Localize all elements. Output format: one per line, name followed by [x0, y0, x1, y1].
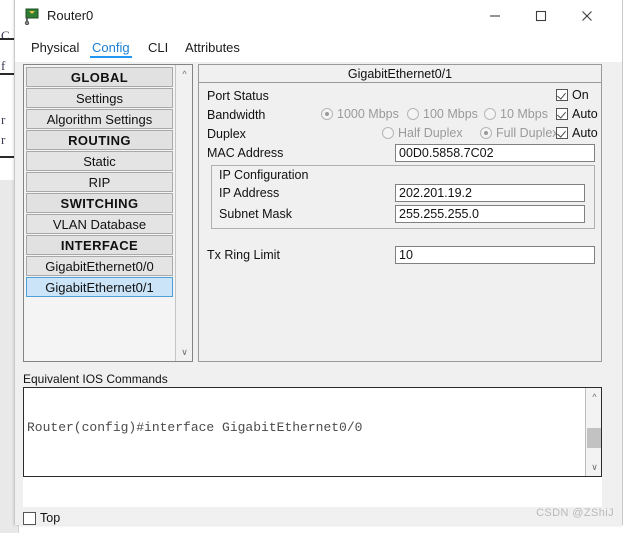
- tab-attributes[interactable]: Attributes: [183, 32, 242, 62]
- close-button[interactable]: [564, 0, 610, 31]
- sidebar-item-vlan-database[interactable]: VLAN Database: [26, 214, 173, 234]
- tab-config[interactable]: Config: [90, 32, 132, 62]
- chevron-down-icon[interactable]: ∨: [586, 459, 601, 476]
- background-char: r: [1, 112, 6, 127]
- label-port-status: Port Status: [207, 89, 269, 103]
- top-checkbox-label: Top: [40, 511, 61, 525]
- sidebar-header-interface: INTERFACE: [26, 235, 173, 255]
- config-navigation-list: GLOBAL Settings Algorithm Settings ROUTI…: [24, 65, 175, 361]
- client-area: GLOBAL Settings Algorithm Settings ROUTI…: [15, 62, 622, 525]
- sidebar-header-global: GLOBAL: [26, 67, 173, 87]
- ios-commands-label: Equivalent IOS Commands: [23, 372, 168, 386]
- ios-commands-text: Router(config)#interface GigabitEthernet…: [27, 388, 572, 476]
- bandwidth-radio-label: 1000 Mbps: [337, 107, 399, 121]
- tab-physical[interactable]: Physical: [29, 32, 81, 62]
- background-char: C: [1, 28, 10, 43]
- checkbox-box: [556, 108, 568, 120]
- label-subnet-mask: Subnet Mask: [219, 207, 292, 221]
- config-navigation-tree: GLOBAL Settings Algorithm Settings ROUTI…: [23, 64, 193, 362]
- duplex-radio-full[interactable]: Full Duplex: [480, 126, 559, 140]
- top-checkbox[interactable]: Top: [23, 511, 60, 525]
- scrollbar-thumb[interactable]: [587, 428, 601, 448]
- chevron-up-icon[interactable]: ^: [176, 65, 193, 82]
- label-mac-address: MAC Address: [207, 146, 284, 160]
- checkbox-box: [556, 89, 568, 101]
- chevron-down-icon[interactable]: ∨: [176, 344, 193, 361]
- interface-config-panel: GigabitEthernet0/1 Port Status On Bandwi…: [198, 64, 602, 362]
- window-titlebar[interactable]: Router0: [15, 0, 622, 32]
- checkbox-box: [23, 511, 36, 525]
- router-flag-icon: [24, 7, 42, 26]
- checkbox-box: [556, 127, 568, 139]
- duplex-radio-half[interactable]: Half Duplex: [382, 126, 463, 140]
- label-duplex: Duplex: [207, 127, 246, 141]
- duplex-radio-label: Half Duplex: [398, 126, 463, 140]
- mac-address-input[interactable]: 00D0.5858.7C02: [395, 144, 595, 162]
- duplex-radio-label: Full Duplex: [496, 126, 559, 140]
- radio-dot: [382, 127, 394, 139]
- background-char: r: [1, 132, 6, 147]
- duplex-auto-checkbox[interactable]: Auto: [556, 126, 598, 140]
- tab-strip: Physical Config CLI Attributes: [15, 32, 622, 62]
- sidebar-item-static[interactable]: Static: [26, 151, 173, 171]
- bandwidth-auto-checkbox[interactable]: Auto: [556, 107, 598, 121]
- bandwidth-radio-label: 10 Mbps: [500, 107, 548, 121]
- duplex-auto-label: Auto: [572, 126, 598, 140]
- radio-dot: [321, 108, 333, 120]
- watermark: CSDN @ZShiJ: [536, 507, 614, 519]
- radio-dot: [407, 108, 419, 120]
- bandwidth-auto-label: Auto: [572, 107, 598, 121]
- router-config-window: Router0 Physical Config CLI Attributes G…: [14, 0, 623, 525]
- label-bandwidth: Bandwidth: [207, 108, 266, 122]
- bandwidth-radio-1000mbps[interactable]: 1000 Mbps: [321, 107, 399, 121]
- chevron-up-icon[interactable]: ^: [586, 388, 601, 405]
- screenshot-root: C f r r Router0 Physical Config CLI Attr…: [0, 0, 623, 533]
- maximize-button[interactable]: [518, 0, 564, 31]
- navigation-scrollbar[interactable]: ^ ∨: [175, 65, 192, 361]
- ios-command-line: Router(config)#interface GigabitEthernet…: [27, 420, 363, 435]
- port-status-checkbox-label: On: [572, 88, 589, 102]
- ios-commands-output[interactable]: Router(config)#interface GigabitEthernet…: [23, 387, 602, 477]
- port-status-checkbox[interactable]: On: [556, 88, 589, 102]
- sidebar-header-switching: SWITCHING: [26, 193, 173, 213]
- label-ip-configuration: IP Configuration: [219, 168, 309, 182]
- radio-dot: [480, 127, 492, 139]
- label-tx-ring-limit: Tx Ring Limit: [207, 248, 280, 262]
- bandwidth-radio-label: 100 Mbps: [423, 107, 478, 121]
- bandwidth-radio-100mbps[interactable]: 100 Mbps: [407, 107, 478, 121]
- maximize-icon: [535, 10, 547, 21]
- bandwidth-radio-10mbps[interactable]: 10 Mbps: [484, 107, 548, 121]
- minimize-button[interactable]: [472, 0, 518, 31]
- radio-dot: [484, 108, 496, 120]
- ios-commands-scrollbar[interactable]: ^ ∨: [585, 388, 601, 476]
- panel-title: GigabitEthernet0/1: [199, 65, 601, 83]
- ip-address-input[interactable]: 202.201.19.2: [395, 184, 585, 202]
- sidebar-item-gigabitethernet0-0[interactable]: GigabitEthernet0/0: [26, 256, 173, 276]
- close-icon: [582, 10, 592, 21]
- sidebar-item-rip[interactable]: RIP: [26, 172, 173, 192]
- sidebar-item-algorithm-settings[interactable]: Algorithm Settings: [26, 109, 173, 129]
- tab-cli[interactable]: CLI: [146, 32, 170, 62]
- tx-ring-limit-input[interactable]: 10: [395, 246, 595, 264]
- background-char: f: [1, 58, 6, 73]
- ios-commands-footer-fill: [23, 477, 602, 507]
- subnet-mask-input[interactable]: 255.255.255.0: [395, 205, 585, 223]
- window-title: Router0: [47, 8, 94, 23]
- sidebar-header-routing: ROUTING: [26, 130, 173, 150]
- label-ip-address: IP Address: [219, 186, 280, 200]
- sidebar-item-gigabitethernet0-1[interactable]: GigabitEthernet0/1: [26, 277, 173, 297]
- minimize-icon: [490, 14, 500, 17]
- sidebar-item-settings[interactable]: Settings: [26, 88, 173, 108]
